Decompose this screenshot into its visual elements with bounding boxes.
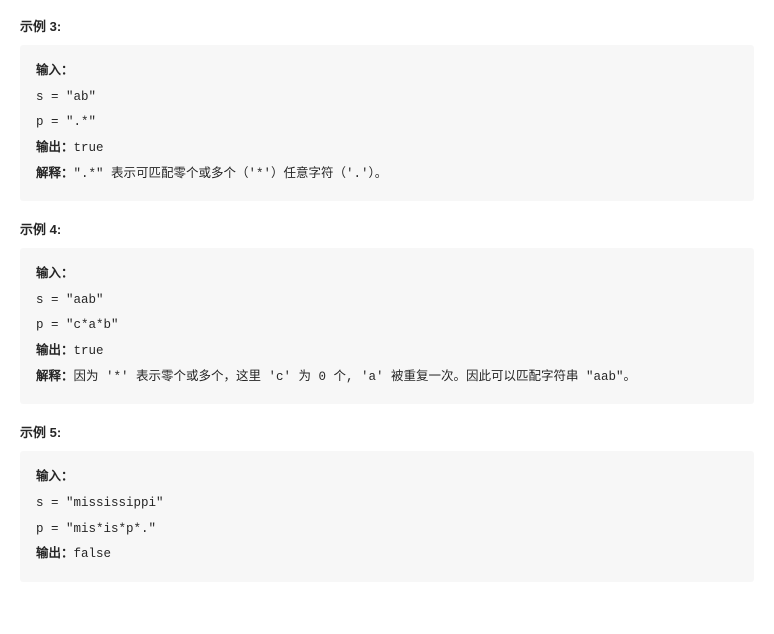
output-label: 输出： [36,344,74,358]
input-p: p = "mis*is*p*." [36,522,156,536]
example-title: 示例 4: [20,219,754,238]
explain-label: 解释： [36,370,74,384]
output-value: true [74,141,104,155]
input-p: p = "c*a*b" [36,318,119,332]
code-block: 输入： s = "aab" p = "c*a*b" 输出：true 解释：因为 … [20,248,754,404]
output-label: 输出： [36,547,74,561]
output-value: true [74,344,104,358]
output-label: 输出： [36,141,74,155]
code-block: 输入： s = "ab" p = ".*" 输出：true 解释：".*" 表示… [20,45,754,201]
input-p: p = ".*" [36,115,96,129]
input-s: s = "mississippi" [36,496,164,510]
explain-label: 解释： [36,167,74,181]
output-value: false [74,547,112,561]
input-label: 输入： [36,64,74,78]
input-s: s = "ab" [36,90,96,104]
explain-value: ".*" 表示可匹配零个或多个（'*'）任意字符（'.'）。 [74,167,388,181]
example-title: 示例 3: [20,16,754,35]
input-s: s = "aab" [36,293,104,307]
example-title: 示例 5: [20,422,754,441]
examples-container: 示例 3: 输入： s = "ab" p = ".*" 输出：true 解释："… [0,16,774,620]
input-label: 输入： [36,267,74,281]
code-block: 输入： s = "mississippi" p = "mis*is*p*." 输… [20,451,754,582]
explain-value: 因为 '*' 表示零个或多个，这里 'c' 为 0 个, 'a' 被重复一次。因… [74,370,637,384]
input-label: 输入： [36,470,74,484]
